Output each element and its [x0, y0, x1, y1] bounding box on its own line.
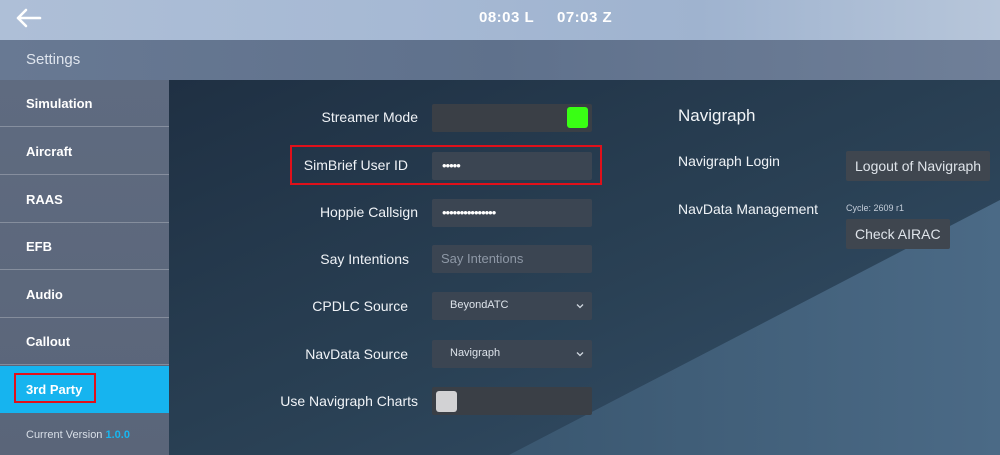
hoppie-value: •••••••••••••••: [442, 205, 496, 220]
simbrief-label: SimBrief User ID: [303, 157, 408, 173]
sidebar-item-label: Simulation: [26, 96, 93, 111]
chevron-down-icon: [576, 352, 584, 357]
cpdlc-source-label: CPDLC Source: [312, 298, 408, 314]
navigraph-title: Navigraph: [678, 106, 756, 125]
sidebar-item-callout[interactable]: Callout: [0, 318, 169, 365]
sidebar-item-label: Audio: [26, 287, 63, 302]
local-time: 08:03 L: [479, 9, 535, 26]
version-number: 1.0.0: [105, 429, 130, 441]
simbrief-user-id-input[interactable]: •••••: [432, 152, 592, 180]
sidebar-item-simulation[interactable]: Simulation: [0, 80, 169, 127]
navdata-management-label: NavData Management: [678, 201, 819, 217]
navigraph-charts-toggle[interactable]: [432, 387, 592, 415]
navdata-source-value: Navigraph: [450, 347, 501, 359]
toggle-knob: [436, 391, 457, 412]
sidebar-item-label: EFB: [26, 239, 52, 254]
sidebar-item-3rd-party[interactable]: 3rd Party: [0, 366, 169, 413]
say-intentions-input[interactable]: Say Intentions: [432, 245, 592, 273]
sidebar: Simulation Aircraft RAAS EFB Audio Callo…: [0, 80, 169, 455]
sidebar-item-raas[interactable]: RAAS: [0, 176, 169, 223]
logout-navigraph-button[interactable]: Logout of Navigraph: [846, 151, 991, 181]
version-info: Current Version 1.0.0: [26, 429, 130, 441]
sidebar-item-label: Callout: [26, 334, 71, 349]
hoppie-callsign-input[interactable]: •••••••••••••••: [432, 199, 592, 227]
highlight-box: [14, 373, 96, 403]
navdata-source-select[interactable]: Navigraph: [432, 340, 592, 368]
say-intentions-placeholder: Say Intentions: [441, 251, 524, 266]
arrow-left-icon: [16, 8, 42, 28]
toggle-knob: [567, 107, 588, 128]
sidebar-item-label: RAAS: [26, 192, 63, 207]
hoppie-label: Hoppie Callsign: [319, 204, 418, 220]
cpdlc-source-value: BeyondATC: [450, 299, 509, 311]
airac-cycle: Cycle: 2609 r1: [846, 203, 905, 213]
sidebar-item-audio[interactable]: Audio: [0, 271, 169, 318]
navigraph-charts-label: Use Navigraph Charts: [280, 393, 418, 409]
top-bar: 08:03 L 07:03 Z: [0, 0, 1000, 40]
navigraph-login-label: Navigraph Login: [678, 153, 780, 169]
settings-header: Settings: [0, 40, 1000, 80]
check-airac-button[interactable]: Check AIRAC: [846, 219, 950, 249]
page-title: Settings: [26, 51, 81, 68]
version-label: Current Version: [26, 429, 103, 441]
streamer-mode-toggle[interactable]: [432, 104, 592, 132]
back-button[interactable]: [12, 4, 44, 32]
streamer-mode-label: Streamer Mode: [321, 109, 418, 125]
chevron-down-icon: [576, 304, 584, 309]
say-intentions-label: Say Intentions: [320, 251, 409, 267]
sidebar-item-label: Aircraft: [26, 144, 73, 159]
sidebar-item-aircraft[interactable]: Aircraft: [0, 128, 169, 175]
zulu-time: 07:03 Z: [557, 9, 613, 26]
navdata-source-label: NavData Source: [305, 346, 408, 362]
sidebar-item-efb[interactable]: EFB: [0, 223, 169, 270]
cpdlc-source-select[interactable]: BeyondATC: [432, 292, 592, 320]
simbrief-value: •••••: [442, 158, 461, 173]
